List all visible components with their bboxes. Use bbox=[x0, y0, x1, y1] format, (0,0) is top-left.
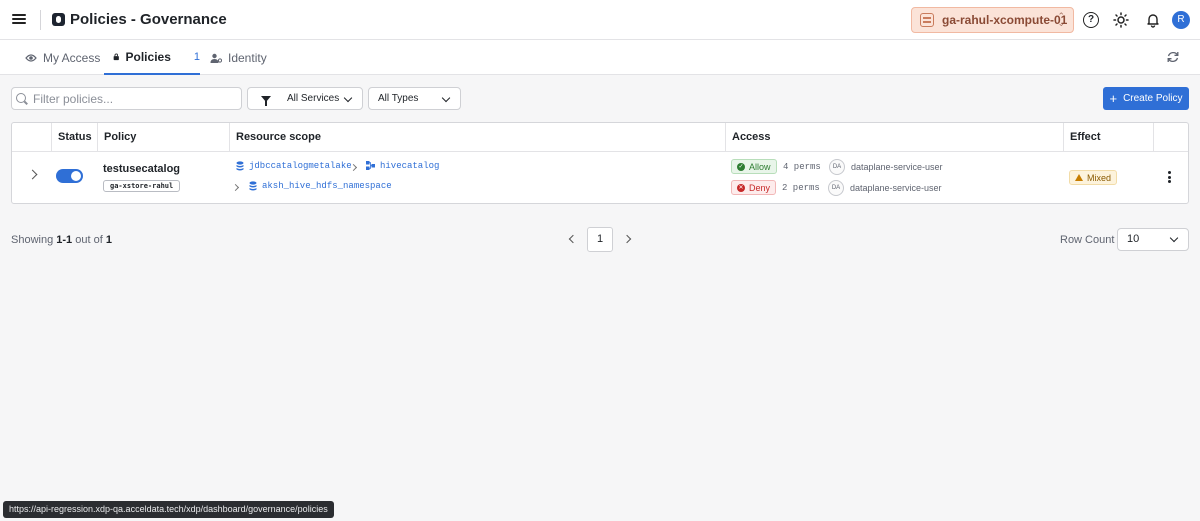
showing-out-of: out of bbox=[75, 234, 103, 246]
effect-badge: Mixed bbox=[1069, 170, 1118, 185]
allow-badge: ✓ Allow bbox=[731, 159, 777, 174]
header-status: Status bbox=[51, 123, 97, 152]
tab-policies[interactable]: Policies 1 bbox=[104, 40, 200, 75]
deny-label: Deny bbox=[749, 182, 771, 193]
check-circle-icon: ✓ bbox=[737, 162, 745, 171]
table-header: Status Policy Resource scope Access Effe… bbox=[12, 123, 1188, 152]
filter-icon bbox=[261, 95, 271, 106]
environment-label: ga-rahul-xcompute-01 bbox=[942, 13, 1068, 27]
tab-my-access[interactable]: My Access bbox=[25, 40, 100, 75]
warning-icon bbox=[1075, 174, 1083, 181]
divider bbox=[40, 10, 41, 30]
create-policy-label: Create Policy bbox=[1123, 93, 1183, 104]
eye-icon bbox=[25, 53, 37, 62]
row-count-label: Row Count bbox=[1060, 234, 1115, 246]
policies-table: Status Policy Resource scope Access Effe… bbox=[11, 122, 1189, 204]
types-dropdown[interactable]: All Types bbox=[368, 87, 461, 110]
tab-identity[interactable]: Identity bbox=[210, 40, 267, 75]
help-icon[interactable]: ? bbox=[1083, 12, 1099, 28]
row-count-select[interactable]: 10 bbox=[1117, 228, 1189, 251]
metalake-link[interactable]: jdbccatalogmetalake bbox=[249, 161, 352, 171]
tab-label: Policies bbox=[125, 49, 171, 64]
tab-label: My Access bbox=[43, 50, 101, 65]
catalog-link[interactable]: hivecatalog bbox=[380, 161, 439, 171]
app-logo-icon bbox=[52, 13, 65, 26]
catalog-icon bbox=[366, 161, 375, 170]
showing-prefix: Showing bbox=[11, 234, 54, 246]
chevron-down-icon bbox=[343, 93, 353, 103]
environment-selector[interactable]: ga-rahul-xcompute-01 ⌃ ⌄ bbox=[911, 7, 1074, 33]
lock-icon bbox=[113, 53, 119, 61]
tab-label: Identity bbox=[228, 50, 267, 65]
updown-caret-icon: ⌃ ⌄ bbox=[1057, 11, 1065, 28]
header-effect: Effect bbox=[1063, 123, 1153, 152]
effect-label: Mixed bbox=[1087, 172, 1112, 183]
chevron-down-icon bbox=[441, 93, 451, 103]
status-toggle[interactable] bbox=[56, 169, 83, 183]
chevron-right-icon bbox=[231, 183, 240, 192]
create-policy-button[interactable]: + Create Policy bbox=[1103, 87, 1189, 110]
deny-perms: 2 perms bbox=[782, 183, 820, 193]
top-bar: Policies - Governance ga-rahul-xcompute-… bbox=[0, 0, 1200, 40]
search-input[interactable] bbox=[11, 87, 242, 110]
user-avatar: DA bbox=[828, 180, 844, 196]
refresh-icon[interactable] bbox=[1166, 50, 1180, 64]
services-dropdown[interactable]: All Services bbox=[247, 87, 363, 110]
deny-user: dataplane-service-user bbox=[850, 183, 942, 193]
header-resource-scope: Resource scope bbox=[229, 123, 725, 152]
avatar[interactable]: R bbox=[1172, 11, 1190, 29]
policy-tag: ga-xstore-rahul bbox=[103, 180, 181, 192]
user-avatar: DA bbox=[829, 159, 845, 175]
namespace-icon bbox=[249, 181, 257, 191]
server-icon bbox=[920, 13, 934, 27]
services-dropdown-label: All Services bbox=[287, 93, 340, 104]
link-status-tooltip: https://api-regression.xdp-qa.acceldata.… bbox=[3, 501, 334, 518]
row-count-value: 10 bbox=[1127, 233, 1140, 245]
expand-row-chevron-icon[interactable] bbox=[27, 169, 38, 180]
hamburger-menu-icon[interactable] bbox=[12, 12, 26, 26]
page-title: Policies - Governance bbox=[70, 11, 227, 28]
page-number-button[interactable]: 1 bbox=[587, 227, 613, 252]
showing-range: 1-1 bbox=[56, 234, 73, 246]
chevron-down-icon bbox=[1169, 233, 1179, 243]
allow-user: dataplane-service-user bbox=[851, 162, 943, 172]
x-circle-icon: ✕ bbox=[737, 183, 745, 192]
metalake-icon bbox=[236, 161, 244, 171]
namespace-link[interactable]: aksh_hive_hdfs_namespace bbox=[262, 181, 392, 191]
previous-page-icon[interactable] bbox=[568, 234, 578, 244]
types-dropdown-label: All Types bbox=[378, 93, 419, 104]
tab-bar: My Access Policies 1 Identity bbox=[0, 40, 1200, 75]
policy-name[interactable]: testusecatalog bbox=[103, 163, 180, 175]
bell-icon[interactable] bbox=[1145, 12, 1161, 28]
user-gear-icon bbox=[210, 53, 222, 63]
next-page-icon[interactable] bbox=[622, 234, 632, 244]
pagination-summary: Showing 1-1 out of 1 bbox=[11, 234, 112, 246]
header-policy: Policy bbox=[97, 123, 229, 152]
sun-icon[interactable] bbox=[1113, 12, 1129, 28]
header-actions-col bbox=[1153, 123, 1188, 152]
deny-badge: ✕ Deny bbox=[731, 180, 777, 195]
row-actions-kebab-icon[interactable] bbox=[1168, 171, 1172, 185]
plus-icon: + bbox=[1109, 90, 1118, 106]
header-access: Access bbox=[725, 123, 1063, 152]
allow-perms: 4 perms bbox=[783, 162, 821, 172]
header-expand-col bbox=[12, 123, 51, 152]
search-icon bbox=[16, 93, 26, 103]
table-row: testusecatalog ga-xstore-rahul jdbccatal… bbox=[12, 152, 1188, 203]
tab-count-badge: 1 bbox=[193, 50, 200, 63]
allow-label: Allow bbox=[749, 161, 771, 172]
showing-total: 1 bbox=[105, 234, 112, 246]
